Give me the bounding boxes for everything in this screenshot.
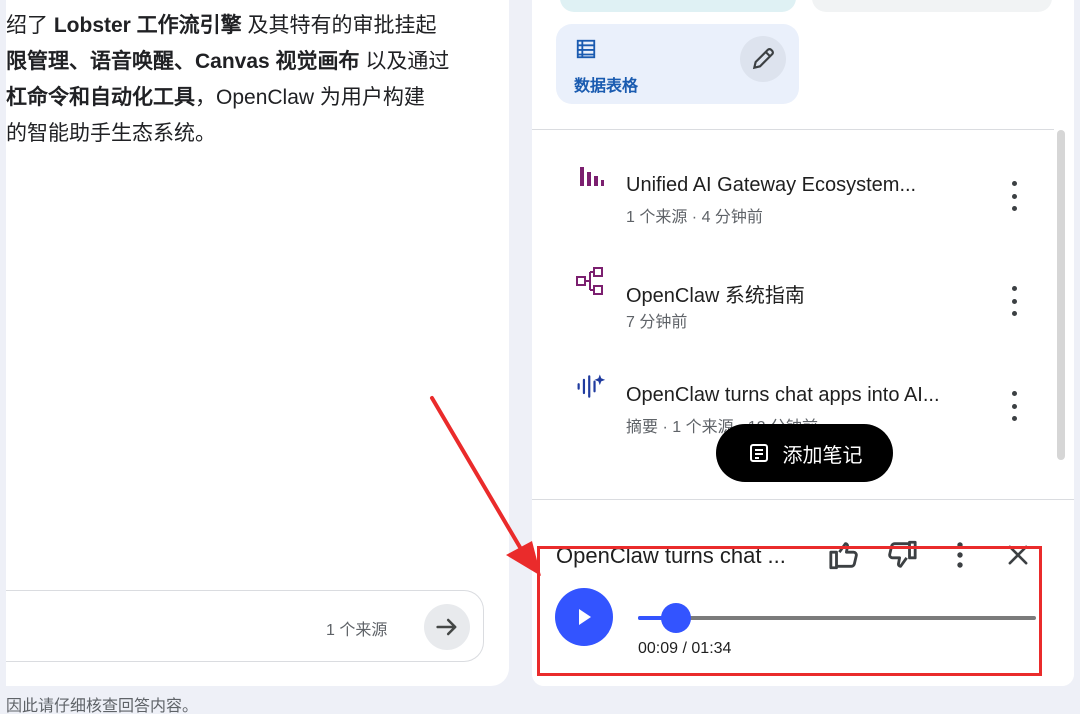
chat-line-2-part-2: 以及通过 (359, 50, 450, 73)
pencil-icon (752, 48, 774, 70)
thumbs-up-icon (829, 542, 858, 570)
edit-button[interactable] (740, 36, 786, 82)
note-more-button-1[interactable] (1004, 181, 1024, 211)
total-time: 01:34 (691, 640, 732, 657)
thumbs-up-button[interactable] (826, 536, 864, 574)
thumbs-down-button[interactable] (882, 536, 920, 574)
mindmap-icon (576, 266, 606, 296)
table-card[interactable]: 数据表格 (556, 24, 799, 104)
chat-line-2: 限管理、语音唤醒、Canvas 视觉画布 以及通过 (6, 44, 496, 80)
progress-slider[interactable] (638, 603, 1036, 633)
studio-panel: 数据表格 Unified AI Gateway Ecosystem... 1 个… (532, 0, 1074, 686)
note-more-button-2[interactable] (1004, 286, 1024, 316)
disclaimer-footer: 因此请仔细核查回答内容。 (6, 698, 199, 714)
chat-line-1-part-2: Lobster 工作流引擎 (53, 14, 242, 37)
send-button[interactable] (424, 604, 470, 650)
audio-sparkle-icon (576, 371, 606, 401)
thumbs-down-icon (888, 540, 917, 568)
close-icon (1008, 545, 1028, 565)
add-note-button[interactable]: 添加笔记 (716, 424, 893, 482)
more-vertical-icon (957, 542, 963, 568)
current-time: 00:09 (638, 640, 679, 657)
time-readout: 00:09 / 01:34 (638, 640, 731, 658)
play-icon (579, 609, 591, 625)
note-more-button-3[interactable] (1004, 391, 1024, 421)
note-subtitle-1: 1 个来源 · 4 分钟前 (626, 209, 763, 226)
chat-line-1: 绍了 Lobster 工作流引擎 及其特有的审批挂起 (6, 8, 496, 44)
player-title: OpenClaw turns chat ... (556, 543, 786, 568)
chat-line-4: 的智能助手生态系统。 (6, 116, 496, 152)
notes-scrollbar[interactable] (1057, 130, 1065, 460)
chat-line-2-part-1: 限管理、语音唤醒、Canvas 视觉画布 (6, 50, 360, 73)
chat-response-text: 绍了 Lobster 工作流引擎 及其特有的审批挂起 限管理、语音唤醒、Canv… (6, 8, 496, 152)
chat-line-1-part-3: 及其特有的审批挂起 (241, 14, 437, 37)
note-title-1: Unified AI Gateway Ecosystem... (626, 174, 917, 196)
note-subtitle-2: 7 分钟前 (626, 314, 688, 331)
chat-panel: 绍了 Lobster 工作流引擎 及其特有的审批挂起 限管理、语音唤醒、Canv… (6, 0, 509, 686)
top-chip-left[interactable] (560, 0, 796, 12)
arrow-right-icon (436, 618, 457, 636)
note-title-2: OpenClaw 系统指南 (626, 285, 805, 307)
progress-thumb[interactable] (661, 603, 692, 633)
note-item-1[interactable]: Unified AI Gateway Ecosystem... 1 个来源 · … (532, 130, 1054, 226)
chat-input-bar[interactable]: 1 个来源 (6, 590, 484, 662)
top-chip-right[interactable] (812, 0, 1052, 12)
audio-player: OpenClaw turns chat ... 00:09 / 01:34 (532, 500, 1074, 686)
bar-chart-icon (576, 161, 606, 191)
player-more-button[interactable] (941, 536, 979, 574)
chat-line-1-part-1: 绍了 (6, 14, 54, 37)
table-icon (576, 39, 596, 59)
chat-line-3-part-1: 杠命令和自动化工具 (6, 86, 195, 109)
close-player-button[interactable] (999, 536, 1037, 574)
chat-line-3-part-2: ，OpenClaw 为用户构建 (195, 86, 425, 109)
chat-line-3: 杠命令和自动化工具，OpenClaw 为用户构建 (6, 80, 496, 116)
play-button[interactable] (555, 588, 613, 646)
note-title-3: OpenClaw turns chat apps into AI... (626, 384, 940, 406)
add-note-label: 添加笔记 (782, 444, 863, 467)
time-separator: / (678, 640, 692, 657)
note-icon (749, 444, 768, 462)
source-count-label: 1 个来源 (326, 622, 388, 639)
note-item-2[interactable]: OpenClaw 系统指南 7 分钟前 (532, 235, 1054, 331)
app-screen: 绍了 Lobster 工作流引擎 及其特有的审批挂起 限管理、语音唤醒、Canv… (0, 0, 1080, 714)
chat-line-4-part-1: 的智能助手生态系统。 (6, 122, 216, 145)
note-item-3[interactable]: OpenClaw turns chat apps into AI... 摘要 ·… (532, 340, 1054, 436)
table-card-label: 数据表格 (574, 78, 639, 95)
